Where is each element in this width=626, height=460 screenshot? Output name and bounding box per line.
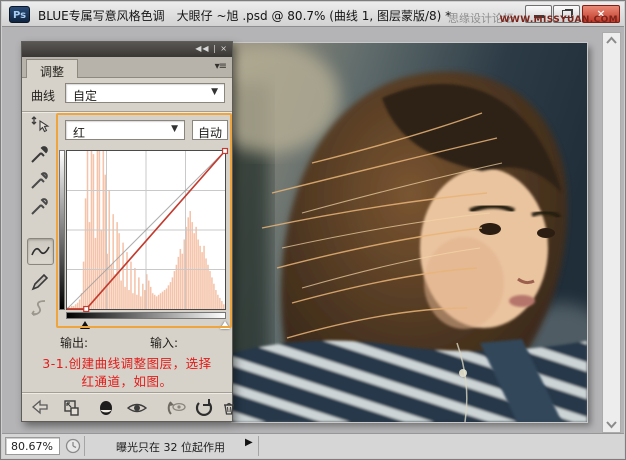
divider <box>84 436 85 456</box>
curves-label: 曲线 <box>31 87 55 104</box>
output-gradient-ramp <box>59 150 65 310</box>
input-label: 输入: <box>150 334 178 351</box>
shadow-input-slider[interactable] <box>80 321 90 329</box>
smooth-curve-tool[interactable] <box>29 297 53 321</box>
panel-collapse-close-icons[interactable]: ◀◀ | × <box>195 44 228 53</box>
curves-preset-row: 曲线 自定 ▼ <box>22 78 232 110</box>
gray-point-eyedropper[interactable] <box>29 169 53 193</box>
auto-button[interactable]: 自动 <box>192 120 228 140</box>
return-arrow-icon[interactable] <box>30 398 50 418</box>
photoshop-document-window: Ps BLUE专属写意风格色调 大眼仔 ~旭 .psd @ 80.7% (曲线 … <box>0 0 626 460</box>
panel-tab-bar: 调整 ▾≡ <box>22 57 232 78</box>
divider <box>22 392 232 394</box>
panel-footer <box>22 396 232 421</box>
output-label: 输出: <box>60 334 88 351</box>
title-bar[interactable]: Ps BLUE专属写意风格色调 大眼仔 ~旭 .psd @ 80.7% (曲线 … <box>2 2 624 27</box>
highlight-input-slider[interactable] <box>220 321 230 329</box>
annotation-text-line1: 3-1.创建曲线调整图层，选择 <box>22 353 232 372</box>
channel-value: 红 <box>73 126 85 140</box>
preset-dropdown[interactable]: 自定 ▼ <box>65 83 225 103</box>
scroll-up-icon[interactable] <box>604 34 619 48</box>
trash-icon[interactable] <box>220 398 238 418</box>
black-point-eyedropper[interactable] <box>29 143 53 167</box>
channel-dropdown[interactable]: 红 ▼ <box>65 120 185 140</box>
watermark-url-text: WWW.MISSYUAN.COM <box>500 15 618 25</box>
canvas-area: ◀◀ | × 调整 ▾≡ 曲线 自定 ▼ <box>2 28 624 433</box>
previous-state-icon[interactable] <box>164 398 188 418</box>
status-popup-icon[interactable]: ▶ <box>245 437 253 448</box>
status-bar: 80.67% 曝光只在 32 位起作用 ▶ <box>2 433 624 458</box>
adjustments-panel: ◀◀ | × 调整 ▾≡ 曲线 自定 ▼ <box>21 41 233 422</box>
tab-adjustments[interactable]: 调整 <box>26 59 78 78</box>
white-point-eyedropper[interactable] <box>29 195 53 219</box>
input-gradient-ramp <box>66 312 226 319</box>
divider <box>258 436 259 456</box>
panel-menu-icon[interactable]: ▾≡ <box>215 61 226 72</box>
annotation-text-line2: 红通道，如图。 <box>22 371 232 390</box>
status-clock-icon <box>65 438 82 455</box>
curves-grid-svg[interactable] <box>67 151 225 309</box>
vertical-scrollbar[interactable] <box>602 32 621 433</box>
scroll-down-icon[interactable] <box>604 417 619 431</box>
status-message: 曝光只在 32 位起作用 <box>98 439 243 455</box>
document-title: BLUE专属写意风格色调 大眼仔 ~旭 .psd @ 80.7% (曲线 1, … <box>38 7 451 24</box>
switch-panel-icon[interactable] <box>62 398 82 418</box>
photo-artwork <box>232 43 587 422</box>
divider <box>22 111 232 113</box>
photo-portrait <box>232 43 587 422</box>
zoom-level-field[interactable]: 80.67% <box>5 437 60 455</box>
photoshop-app-icon: Ps <box>9 6 30 23</box>
visibility-eye-icon[interactable] <box>126 398 148 418</box>
io-row: 输出: 输入: <box>22 334 232 350</box>
targeted-adjustment-tool[interactable] <box>29 114 53 138</box>
reset-icon[interactable] <box>194 398 214 418</box>
edit-points-tool[interactable] <box>27 238 54 265</box>
preset-value: 自定 <box>73 89 97 103</box>
curves-grid[interactable] <box>66 150 226 310</box>
chevron-down-icon: ▼ <box>211 87 218 97</box>
chevron-down-icon: ▼ <box>171 124 178 134</box>
pencil-tool[interactable] <box>29 271 53 295</box>
panel-title-bar[interactable]: ◀◀ | × <box>22 42 232 57</box>
clip-to-layer-icon[interactable] <box>96 398 116 418</box>
